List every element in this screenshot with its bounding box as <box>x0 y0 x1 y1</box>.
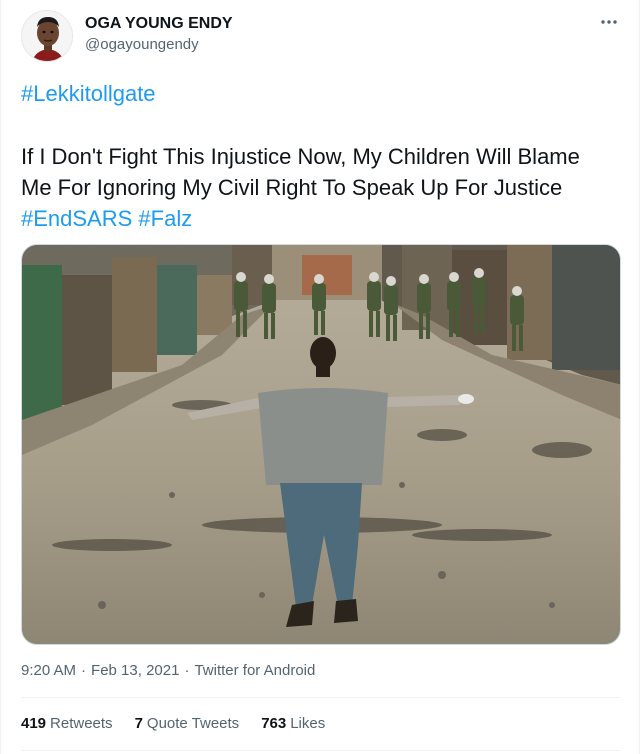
cartoon-avatar-icon <box>22 11 72 61</box>
quotes-count: 7 <box>134 715 143 732</box>
tweet-meta: 9:20 AM · Feb 13, 2021 · Twitter for Android <box>21 661 315 681</box>
tweet-source[interactable]: Twitter for Android <box>194 662 315 679</box>
hashtag-falz[interactable]: #Falz <box>138 206 192 231</box>
quotes-label: Quote Tweets <box>146 715 240 732</box>
tweet-time[interactable]: 9:20 AM <box>21 662 76 679</box>
likes-stat[interactable]: 763 Likes <box>261 714 325 734</box>
divider-bottom <box>21 750 621 751</box>
tweet-stats: 419 Retweets 7 Quote Tweets 763 Likes <box>21 714 325 734</box>
avatar[interactable] <box>21 10 73 62</box>
tweet-header: OGA YOUNG ENDY @ogayoungendy <box>21 10 621 66</box>
hashtag-endsars[interactable]: #EndSARS <box>21 206 132 231</box>
tweet-card: OGA YOUNG ENDY @ogayoungendy #Lekkitollg… <box>0 0 640 754</box>
author-names: OGA YOUNG ENDY @ogayoungendy <box>85 14 233 55</box>
street-protest-photo <box>22 245 620 644</box>
meta-separator: · <box>81 662 87 679</box>
retweets-count: 419 <box>21 715 47 732</box>
more-options-icon[interactable] <box>597 10 621 34</box>
tweet-photo[interactable] <box>21 244 621 645</box>
retweets-stat[interactable]: 419 Retweets <box>21 714 113 734</box>
meta-separator-2: · <box>184 662 190 679</box>
quote-tweets-stat[interactable]: 7 Quote Tweets <box>135 714 240 734</box>
retweets-label: Retweets <box>50 715 113 732</box>
tweet-body-line-2: Me For Ignoring My Civil Right To Speak … <box>21 175 563 200</box>
display-name[interactable]: OGA YOUNG ENDY <box>85 14 233 34</box>
divider-top <box>21 697 621 698</box>
likes-label: Likes <box>290 715 326 732</box>
likes-count: 763 <box>261 715 287 732</box>
hashtag-lekkitollgate[interactable]: #Lekkitollgate <box>21 81 156 106</box>
author-handle[interactable]: @ogayoungendy <box>85 35 233 55</box>
tweet-text: #Lekkitollgate If I Don't Fight This Inj… <box>21 78 625 234</box>
tweet-date[interactable]: Feb 13, 2021 <box>91 662 179 679</box>
tweet-body-line-1: If I Don't Fight This Injustice Now, My … <box>21 144 580 169</box>
